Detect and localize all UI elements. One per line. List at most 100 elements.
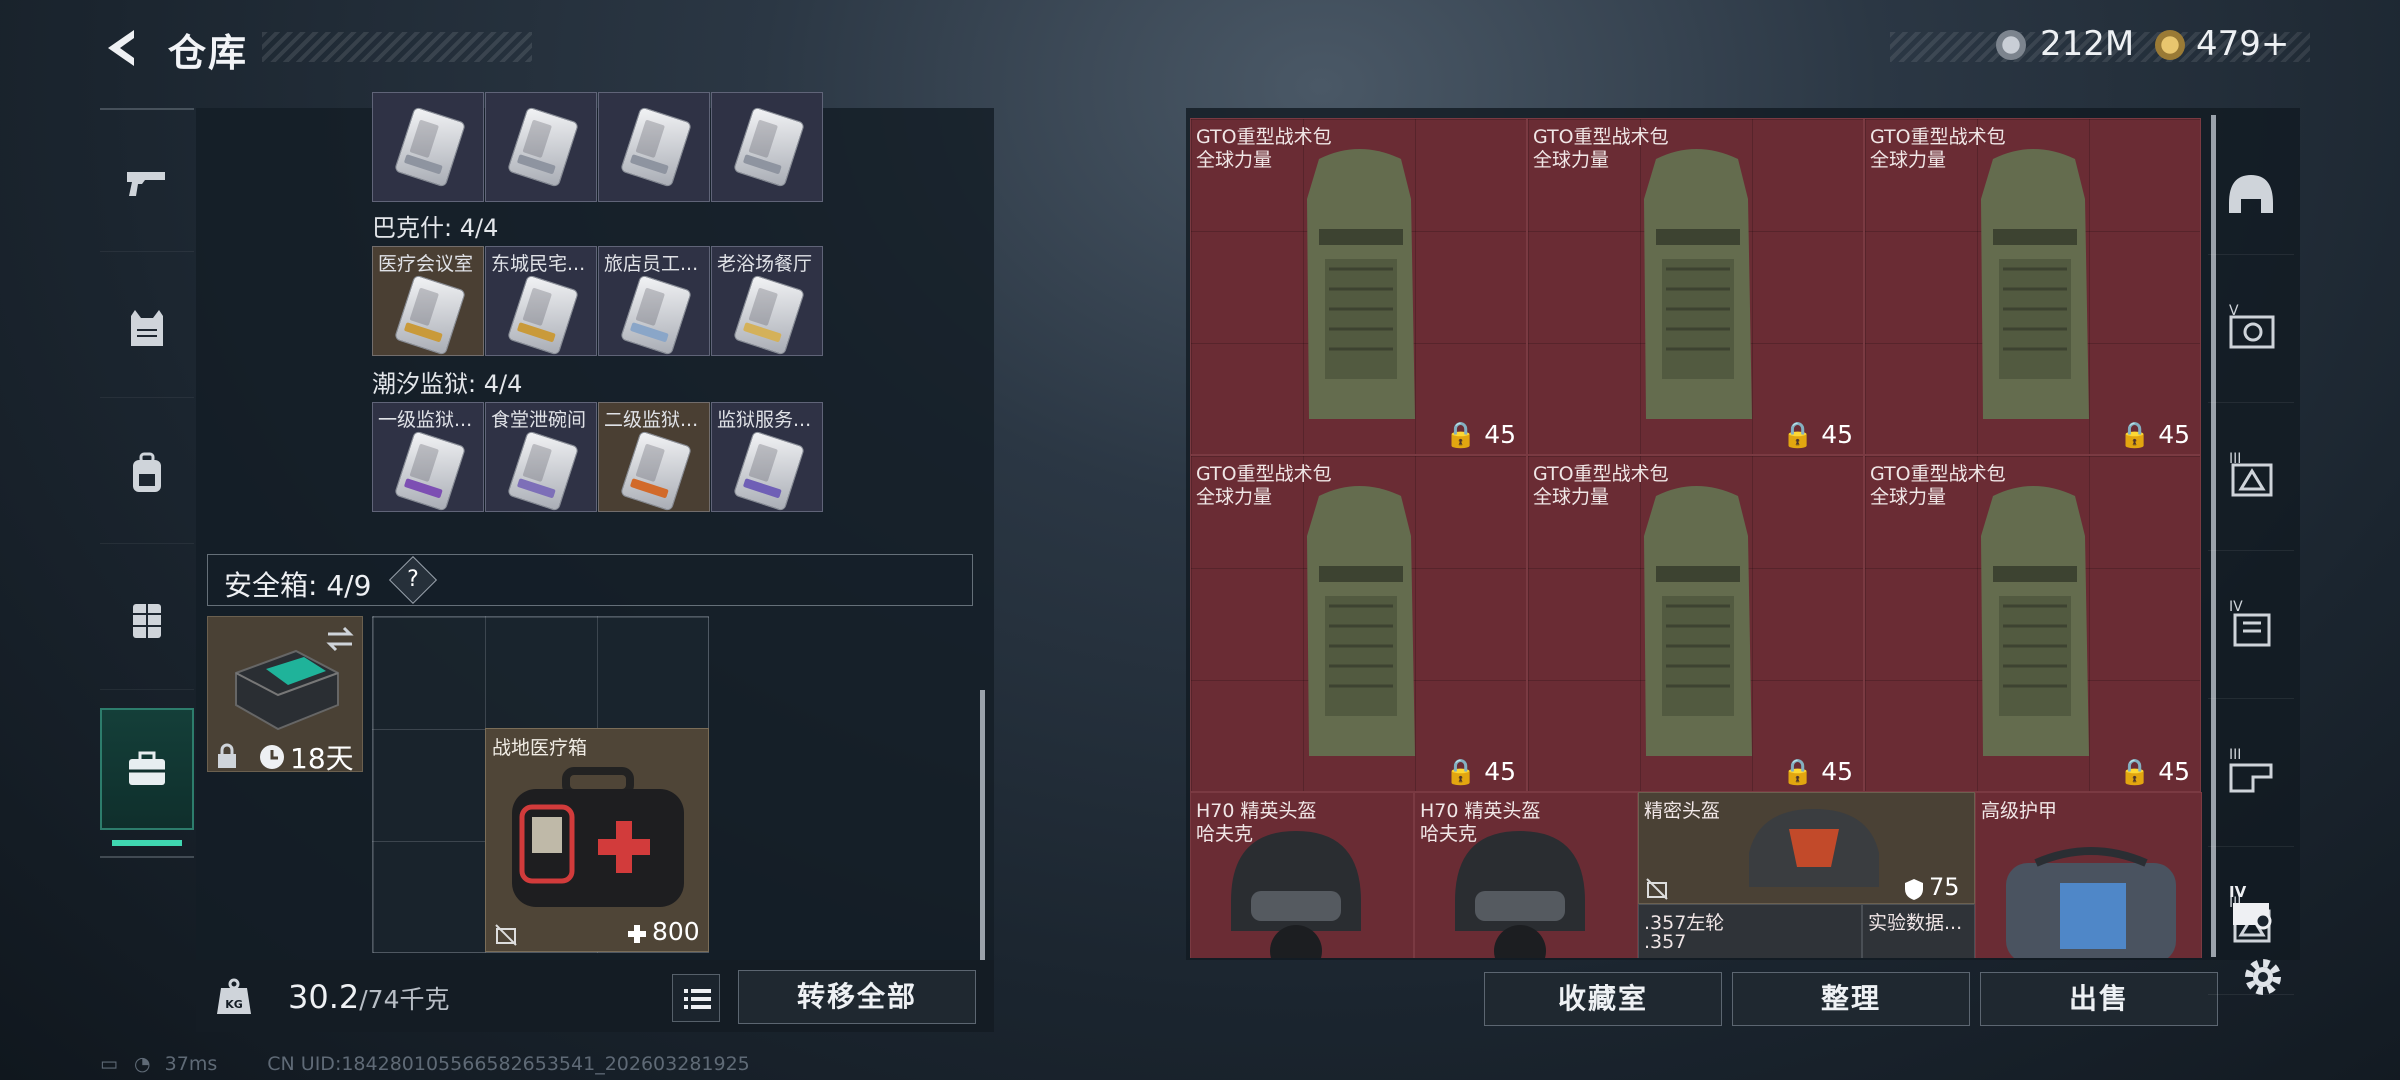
armor-bag-icon <box>2006 847 2176 958</box>
item-capacity: 🔒 45 <box>1782 420 1853 449</box>
backpack-item[interactable]: GTO重型战术包 全球力量 🔒 45 <box>1864 455 2201 792</box>
keycard-name: 老浴场餐厅 <box>717 253 813 275</box>
safe-box-duration: 18天 <box>290 742 354 775</box>
stash-scrollbar[interactable] <box>980 690 985 960</box>
data-item[interactable]: 实验数据... <box>1862 904 1975 958</box>
helmet-item[interactable]: H70 精英头盔 哈夫克 <box>1190 792 1414 958</box>
transfer-all-button[interactable]: 转移全部 <box>738 970 976 1024</box>
swap-icon[interactable] <box>324 625 356 653</box>
filter-tier-v-armor[interactable]: V <box>2208 255 2294 403</box>
pistol-icon <box>127 171 165 196</box>
medkit-name: 战地医疗箱 <box>492 737 588 759</box>
item-capacity: 🔒 45 <box>2119 757 2190 786</box>
keycard-slot[interactable]: 食堂泄碗间 <box>485 402 597 512</box>
kg-label: KG <box>225 998 243 1011</box>
group-title-bakesh: 巴克什: 4/4 <box>372 214 499 242</box>
revolver-item[interactable]: .357左轮 .357 <box>1638 904 1862 958</box>
help-icon: ? <box>407 567 419 592</box>
tier-iii-armor-icon: III <box>2229 451 2273 496</box>
ping-readout: 37ms <box>164 1053 218 1075</box>
backpack-item[interactable]: GTO重型战术包 全球力量 🔒 45 <box>1527 455 1864 792</box>
status-bar: ▭ ◔ 37ms CN UID:1842801055665826535​41_2… <box>100 1053 750 1075</box>
keycard-name: 东城民宅... <box>491 253 586 275</box>
inventory-grid: GTO重型战术包 全球力量 🔒 45 GTO重型战术包 全球力量 🔒 45 GTO重型战… <box>1190 118 2202 958</box>
tier-label: III <box>2229 747 2241 763</box>
keycard-slot[interactable]: 一级监狱... <box>372 402 484 512</box>
keycard-slot[interactable] <box>598 92 710 202</box>
battery-icon: ▭ <box>100 1053 118 1075</box>
nav-rigs[interactable] <box>100 550 194 690</box>
helmet-icon <box>1231 831 1361 958</box>
item-name: 高级护甲 <box>1981 800 2058 822</box>
keycard-name: 医疗会议室 <box>378 253 474 275</box>
nav-backpacks[interactable] <box>100 404 194 544</box>
organize-button[interactable]: 整理 <box>1732 972 1970 1026</box>
keycard-slot[interactable]: 旅店员工... <box>598 246 710 356</box>
filter-tier-iii-rig[interactable]: III <box>2208 699 2294 847</box>
currency-silver: 212M <box>2040 24 2135 64</box>
item-sub: 全球力量 <box>1196 486 1273 508</box>
chest-rig-icon <box>133 603 161 638</box>
backpack-icon <box>1644 486 1752 756</box>
tier-label: IV <box>2229 883 2247 901</box>
precision-helmet-item[interactable]: 精密头盔 75 <box>1638 792 1975 904</box>
keycard-slot[interactable]: 东城民宅... <box>485 246 597 356</box>
keycard-slot[interactable] <box>711 92 823 202</box>
keycard-slot[interactable]: 监狱服务... <box>711 402 823 512</box>
weight-current: 30.2 <box>288 978 360 1016</box>
item-sub: 全球力量 <box>1870 149 1947 171</box>
filter-tier-iv-rig[interactable]: IV <box>2208 551 2294 699</box>
helmet-icon <box>1455 831 1585 958</box>
keycard-slot[interactable] <box>485 92 597 202</box>
backpack-item[interactable]: GTO重型战术包 全球力量 🔒 45 <box>1190 455 1527 792</box>
keycard-slot[interactable]: 二级监狱... <box>598 402 710 512</box>
item-sub: 全球力量 <box>1533 149 1610 171</box>
helmet-icon <box>1749 809 1879 887</box>
filter-tier-iv-pack[interactable]: IV <box>2208 860 2294 950</box>
tier-label: IV <box>2229 599 2243 615</box>
list-view-button[interactable] <box>672 974 720 1022</box>
no-insure-icon <box>495 924 517 946</box>
sell-button[interactable]: 出售 <box>1980 972 2218 1026</box>
item-capacity: 🔒 45 <box>1782 757 1853 786</box>
safe-box-label: 安全箱: 4/9 <box>224 569 372 602</box>
item-capacity-value: 45 <box>1484 757 1516 786</box>
medkit-item[interactable]: 战地医疗箱 800 <box>485 728 709 952</box>
tier-v-armor-icon: V <box>2229 303 2275 348</box>
keycard-slot[interactable] <box>372 92 484 202</box>
nav-weapons[interactable] <box>100 112 194 252</box>
backpack-item[interactable]: GTO重型战术包 全球力量 🔒 45 <box>1527 118 1864 455</box>
back-arrow-icon[interactable] <box>98 24 146 72</box>
item-sub: .357 <box>1644 931 1687 953</box>
medkit-value: 800 <box>652 917 700 946</box>
lock-icon <box>218 743 236 768</box>
helmet-item[interactable]: H70 精英头盔 哈夫克 <box>1414 792 1638 958</box>
no-insure-icon <box>1646 878 1668 900</box>
filter-tier-iii-armor[interactable]: III <box>2208 403 2294 551</box>
nav-safebox[interactable] <box>100 708 194 830</box>
durability-value: 75 <box>1929 873 1960 901</box>
heal-plus-icon <box>628 925 646 943</box>
armor-item[interactable]: 高级护甲 <box>1975 792 2202 958</box>
backpack-item[interactable]: GTO重型战术包 全球力量 🔒 45 <box>1190 118 1527 455</box>
keycard-name: 食堂泄碗间 <box>491 409 587 431</box>
armor-vest-icon <box>131 309 163 346</box>
keycard-slot[interactable]: 医疗会议室 <box>372 246 484 356</box>
collection-room-button[interactable]: 收藏室 <box>1484 972 1722 1026</box>
currency-gold[interactable]: 479+ <box>2196 24 2289 64</box>
item-capacity-value: 45 <box>2158 757 2190 786</box>
filter-helmet[interactable] <box>2208 135 2294 255</box>
backpack-icon <box>1307 149 1415 419</box>
weight-readout: 30.2/74千克 <box>288 978 450 1016</box>
weight-max: /74千克 <box>359 985 450 1014</box>
item-capacity: 🔒 45 <box>1445 420 1516 449</box>
backpack-icon <box>1981 486 2089 756</box>
keycard-slot[interactable]: 老浴场餐厅 <box>711 246 823 356</box>
safe-box-item[interactable]: 18天 <box>207 616 363 775</box>
backpack-item[interactable]: GTO重型战术包 全球力量 🔒 45 <box>1864 118 2201 455</box>
settings-gear-icon[interactable] <box>2240 954 2286 1000</box>
uid-readout: CN UID:1842801055665826535​41_2026032819… <box>267 1053 750 1075</box>
nav-armor[interactable] <box>100 258 194 398</box>
item-sub: 全球力量 <box>1196 149 1273 171</box>
tier-iv-pack-icon: IV <box>2229 883 2272 930</box>
